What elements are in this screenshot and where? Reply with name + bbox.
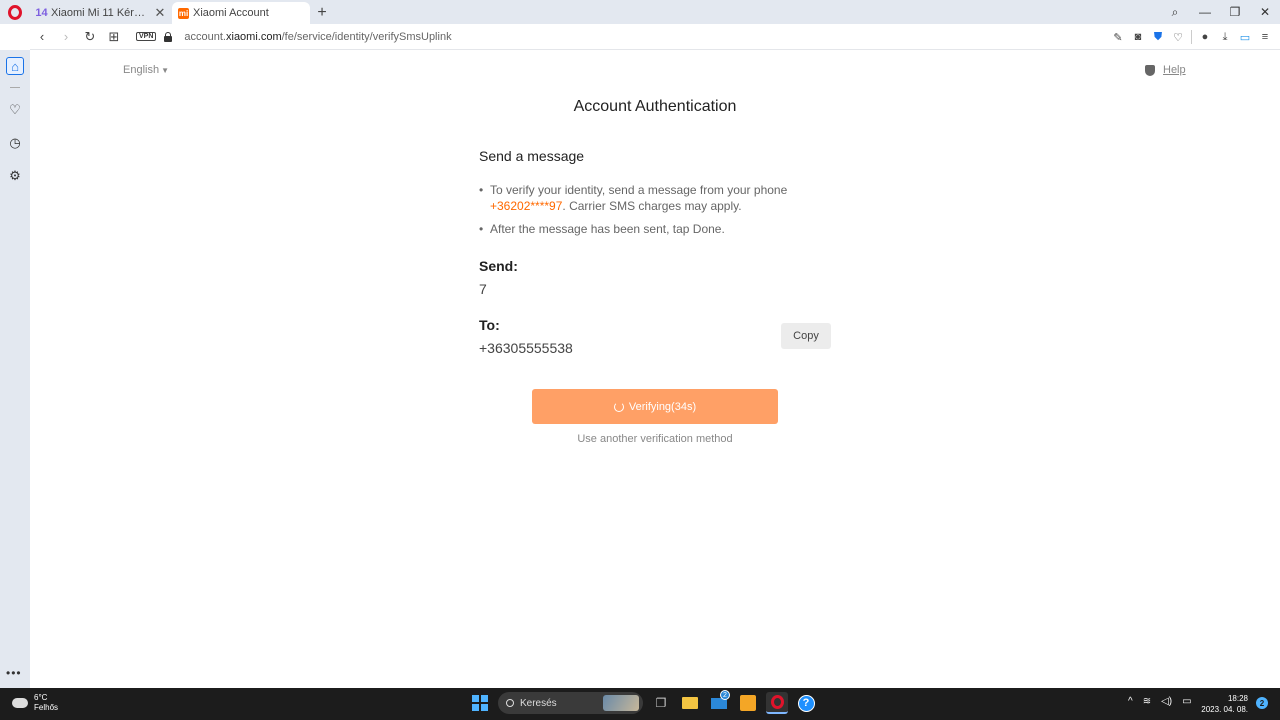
url-field[interactable]: account.xiaomi.com/fe/service/identity/v… [184,31,451,43]
settings-icon[interactable]: ⚙ [6,167,24,185]
shield-icon [1145,64,1155,76]
copy-button[interactable]: Copy [781,323,831,349]
tab-xiaomi-account[interactable]: mi Xiaomi Account [172,2,310,24]
bullet-text-line2: +36202****97. Carrier SMS charges may ap… [479,198,829,214]
mail-icon[interactable]: 2 [708,690,730,714]
mi-favicon-icon: mi [178,7,189,19]
clock[interactable]: 18:28 2023. 04. 08. [1200,693,1248,715]
url-domain: xiaomi.com [226,30,282,43]
restore-icon[interactable]: ❐ [1220,5,1250,19]
date: 2023. 04. 08. [1201,705,1248,714]
start-button[interactable] [469,692,491,714]
taskbar-apps: Keresés ❐ 2 ? [469,690,817,714]
battery-saver-icon[interactable]: ▭ [1238,30,1252,44]
notification-badge[interactable]: 2 [1256,697,1268,709]
verifying-label: Verifying(34s) [628,400,697,413]
minimize-icon[interactable]: — [1190,5,1220,19]
lock-icon[interactable] [164,31,173,42]
bullet-text: To verify your identity, send a message … [490,183,788,197]
taskbar: 6°C Felhős Keresés ❐ 2 ? ^ ≋ ◁) ▭ 18:28 … [0,688,1280,720]
instruction-bullet: • To verify your identity, send a message… [479,182,829,214]
close-window-icon[interactable]: ✕ [1250,5,1280,19]
search-highlight-image [603,695,639,711]
instruction-bullet: • After the message has been sent, tap Do… [479,221,725,237]
camera-icon[interactable]: ◙ [1131,30,1145,44]
tab-title: Xiaomi Account [193,7,269,19]
spinner-icon [613,401,624,412]
address-bar-tools: ✎ ◙ ⛊ ♡ ● ⤓ ▭ ≡ [1111,24,1272,50]
help-label: Help [1163,64,1186,76]
weather-widget[interactable]: 6°C Felhős [12,693,58,713]
other-verification-link[interactable]: Use another verification method [30,433,1280,445]
weather-temp: 6°C [34,693,48,702]
opera-menu-icon[interactable] [0,0,30,24]
bookmark-heart-icon[interactable]: ♡ [1171,30,1185,44]
easy-setup-icon[interactable]: ≡ [1258,30,1272,44]
bullet-text: After the message has been sent, tap Don… [490,222,725,236]
home-icon[interactable]: ⌂ [6,57,24,75]
address-bar: ‹ › ↻ ⊞ VPN account.xiaomi.com/fe/servic… [30,24,1280,50]
profile-icon[interactable]: ● [1198,30,1212,44]
masked-phone: +36202****97 [490,199,563,213]
chevron-up-icon[interactable]: ^ [1128,696,1133,707]
page-title: Account Authentication [573,98,737,115]
search-icon [506,699,514,707]
divider [10,87,20,88]
bullet-dot: • [479,222,484,236]
language-label: English [123,64,160,76]
tab-xiaomi-mi11[interactable]: 14 Xiaomi Mi 11 Kérdések, v ✕ [30,2,172,24]
battery-icon[interactable]: ▭ [1182,696,1191,707]
bullet-suffix: . Carrier SMS charges may apply. [562,199,742,213]
task-view-icon[interactable]: ❐ [650,692,672,714]
system-tray: ^ ≋ ◁) ▭ [1128,696,1192,707]
cloud-icon [12,698,28,708]
tab-title: Xiaomi Mi 11 Kérdések, v [51,7,150,19]
edit-icon[interactable]: ✎ [1111,30,1125,44]
search-label: Keresés [520,697,557,709]
search-tabs-icon[interactable]: ⌕ [1160,5,1190,20]
to-value: +36305555538 [479,340,573,356]
site-favicon-icon: 14 [35,7,48,19]
wifi-icon[interactable]: ≋ [1143,696,1151,707]
page-content: English ▼ Help Account Authentication Sen… [30,51,1280,688]
to-label: To: [479,317,500,333]
history-icon[interactable]: ◷ [6,134,24,152]
caret-down-icon: ▼ [161,66,169,75]
window-controls: ⌕ — ❐ ✕ [1160,0,1280,24]
opera-taskbar-icon[interactable] [766,692,788,714]
tab-bar: 14 Xiaomi Mi 11 Kérdések, v ✕ mi Xiaomi … [0,0,1280,24]
forward-icon[interactable]: › [54,25,78,49]
adblock-shield-icon[interactable]: ⛊ [1151,30,1165,44]
send-value: 7 [479,281,487,297]
language-selector[interactable]: English ▼ [123,64,169,76]
windows-icon [472,695,488,711]
more-icon[interactable]: ••• [6,666,22,680]
verifying-button[interactable]: Verifying(34s) [532,389,778,424]
volume-icon[interactable]: ◁) [1161,696,1172,707]
weather-desc: Felhős [34,703,59,712]
taskbar-search[interactable]: Keresés [498,692,643,714]
divider [1191,30,1192,44]
time: 18:28 [1227,694,1248,703]
close-tab-icon[interactable]: ✕ [154,5,166,21]
tab-grid-icon[interactable]: ⊞ [102,25,126,49]
url-prefix: account. [184,30,226,43]
vpn-badge[interactable]: VPN [136,32,157,41]
mail-badge: 2 [720,690,730,700]
get-help-icon[interactable]: ? [795,692,817,714]
reload-icon[interactable]: ↻ [78,25,102,49]
heart-icon[interactable]: ♡ [6,101,24,119]
help-link[interactable]: Help [1145,64,1186,76]
download-icon[interactable]: ⤓ [1218,30,1232,44]
new-tab-button[interactable]: + [310,2,334,24]
bullet-dot: • [479,183,484,197]
file-explorer-icon[interactable] [679,692,701,714]
url-path: /fe/service/identity/verifySmsUplink [281,30,452,43]
send-label: Send: [479,258,518,274]
browser-sidebar: ⌂ ♡ ◷ ⚙ ••• [0,50,30,688]
section-title: Send a message [479,148,585,164]
weather-text: 6°C Felhős [34,693,58,713]
back-icon[interactable]: ‹ [30,25,54,49]
outlook-icon[interactable] [737,692,759,714]
